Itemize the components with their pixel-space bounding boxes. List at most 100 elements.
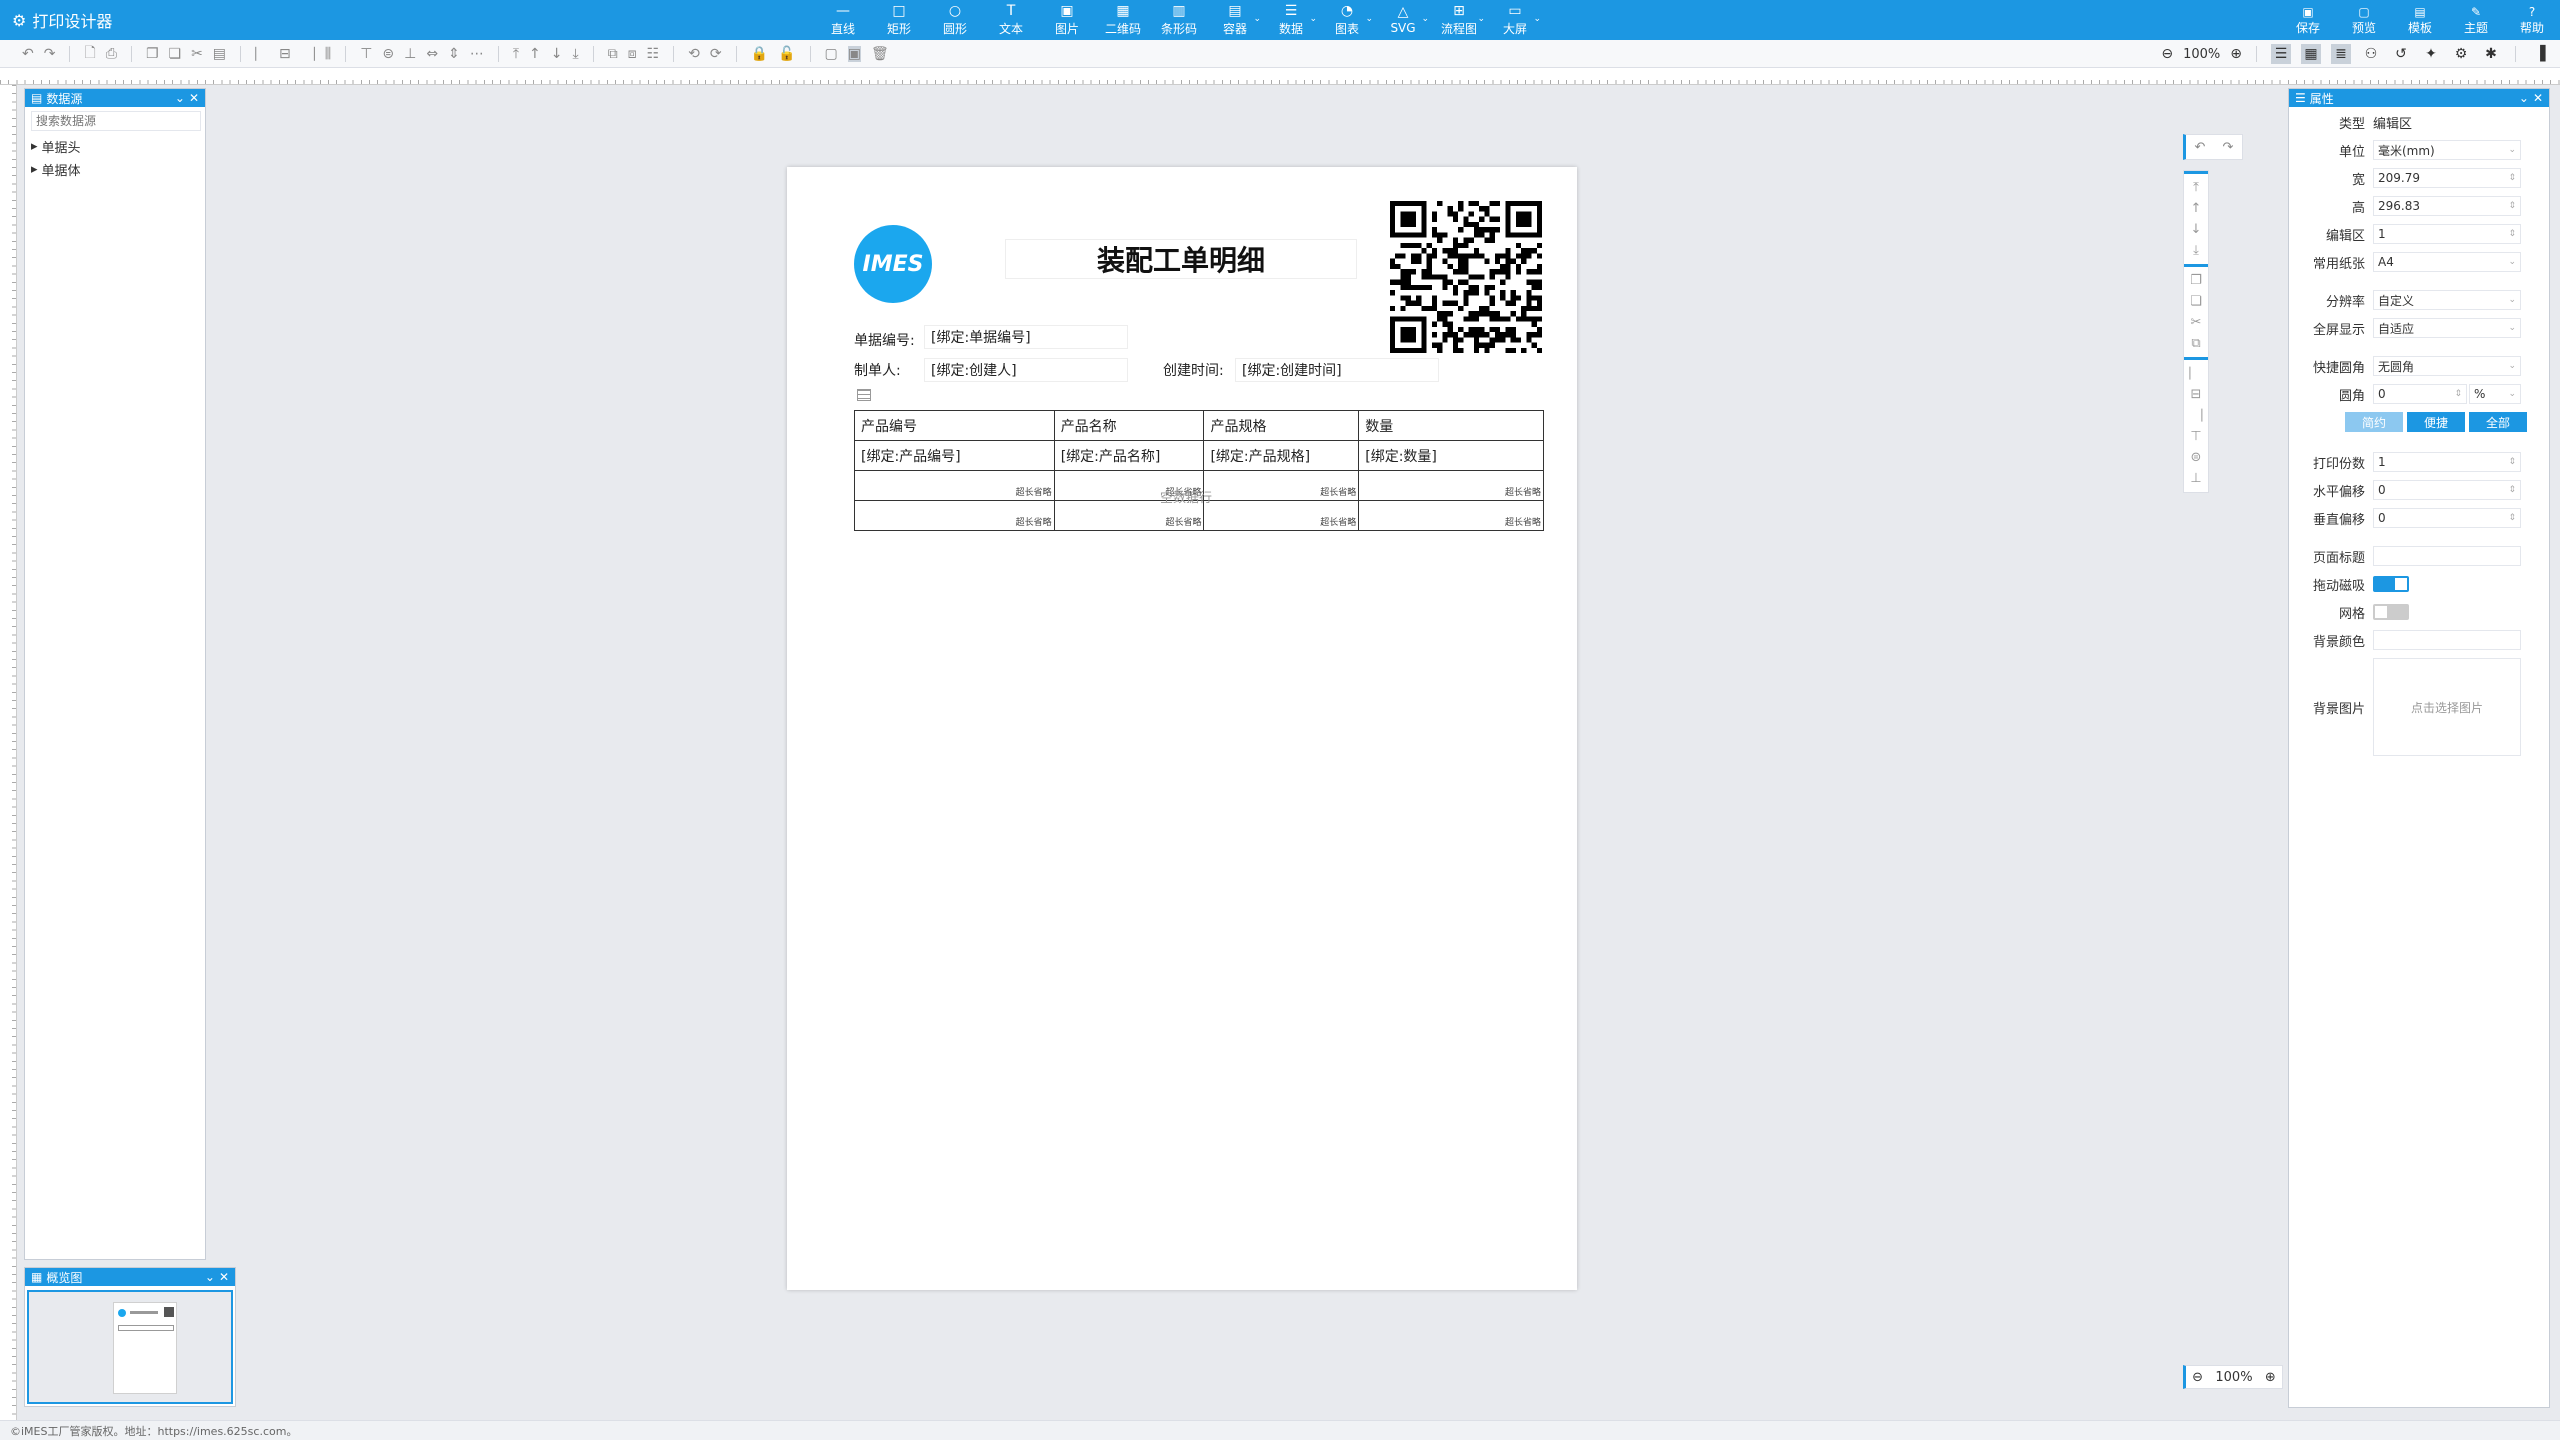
align-top-icon[interactable]: ⊤: [360, 46, 372, 62]
table-header-cell[interactable]: 产品规格: [1203, 410, 1360, 441]
table-cell[interactable]: [绑定:产品编号]: [854, 440, 1055, 471]
layout-rows-icon[interactable]: ≣: [2331, 44, 2351, 64]
table-cell[interactable]: [绑定:产品规格]: [1203, 440, 1360, 471]
tool-qrcode[interactable]: ▦ 二维码: [1095, 0, 1151, 40]
same-height-icon[interactable]: ⇕: [448, 46, 460, 62]
bring-up-icon[interactable]: ↑: [2191, 201, 2202, 216]
tool-barcode[interactable]: ▥ 条形码: [1151, 0, 1207, 40]
quick-mode-button[interactable]: 便捷: [2407, 412, 2465, 432]
cut-icon[interactable]: ✂: [2191, 315, 2202, 330]
collapse-icon[interactable]: ⌄: [205, 1270, 215, 1284]
border-icon[interactable]: ▢: [825, 46, 838, 62]
hoffset-input[interactable]: 0 ⇕: [2373, 480, 2521, 500]
voffset-input[interactable]: 0 ⇕: [2373, 508, 2521, 528]
tool-circle[interactable]: ○ 圆形: [927, 0, 983, 40]
close-icon[interactable]: ✕: [2533, 91, 2543, 105]
corner-select[interactable]: 无圆角 ⌄: [2373, 356, 2521, 376]
duplicate-icon[interactable]: ⧉: [2191, 336, 2200, 351]
action-save[interactable]: ▣ 保存: [2280, 0, 2336, 40]
zoom-out-icon[interactable]: ⊖: [2192, 1370, 2203, 1385]
group-icon[interactable]: ⧉: [608, 46, 618, 62]
table-icon[interactable]: [857, 389, 871, 401]
collapse-icon[interactable]: ⌄: [175, 91, 185, 105]
created-time-label[interactable]: 创建时间:: [1163, 360, 1224, 380]
paper-select[interactable]: A4 ⌄: [2373, 252, 2521, 272]
align-center-icon[interactable]: ⊟: [2191, 387, 2202, 402]
fullscreen-select[interactable]: 自适应 ⌄: [2373, 318, 2521, 338]
paste-icon[interactable]: ❏: [2190, 294, 2202, 309]
all-mode-button[interactable]: 全部: [2469, 412, 2527, 432]
history-icon[interactable]: ↺: [2391, 44, 2411, 64]
new-page-icon[interactable]: 🗋: [84, 42, 95, 66]
align-middle-icon[interactable]: ⊜: [2191, 450, 2202, 465]
align-right-icon[interactable]: ⎹: [2189, 408, 2202, 423]
table-cell[interactable]: 超长省略: [1203, 500, 1360, 531]
width-input[interactable]: 209.79 ⇕: [2373, 168, 2521, 188]
zoom-in-icon[interactable]: ⊕: [2230, 46, 2242, 62]
align-top-icon[interactable]: ⊤: [2190, 429, 2201, 444]
action-theme[interactable]: ✎ 主题: [2448, 0, 2504, 40]
up-icon[interactable]: ↑: [529, 46, 541, 62]
grid-toggle[interactable]: [2373, 604, 2409, 620]
table-header-cell[interactable]: 产品编号: [854, 410, 1055, 441]
copy-icon[interactable]: ❐: [146, 46, 159, 62]
qrcode[interactable]: [1390, 201, 1542, 353]
snap-toggle[interactable]: [2373, 576, 2409, 592]
doc-no-label[interactable]: 单据编号:: [854, 330, 915, 350]
top-icon[interactable]: ⤒: [513, 46, 519, 62]
redo-icon[interactable]: ↷: [2223, 140, 2234, 155]
tool-screen[interactable]: ▭ 大屏 ⌄: [1487, 0, 1543, 40]
copies-input[interactable]: 1 ⇕: [2373, 452, 2521, 472]
send-down-icon[interactable]: ↓: [2191, 222, 2202, 237]
unit-select[interactable]: 毫米(mm) ⌄: [2373, 140, 2521, 160]
simple-mode-button[interactable]: 简约: [2345, 412, 2403, 432]
design-page[interactable]: IMES 装配工单明细 单据编号: [绑定:单据编号] 制单人: [绑定:创建人…: [787, 167, 1577, 1290]
action-template[interactable]: ▤ 模板: [2392, 0, 2448, 40]
area-input[interactable]: 1 ⇕: [2373, 224, 2521, 244]
zoom-out-icon[interactable]: ⊖: [2161, 46, 2173, 62]
table-cell[interactable]: [绑定:数量]: [1358, 440, 1544, 471]
table-cell[interactable]: 超长省略: [1358, 500, 1544, 531]
table-header-cell[interactable]: 产品名称: [1053, 410, 1205, 441]
undo-icon[interactable]: ↶: [22, 46, 34, 62]
table-header-cell[interactable]: 数量: [1358, 410, 1544, 441]
radius-input[interactable]: 0 ⇕: [2373, 384, 2467, 404]
zoom-in-icon[interactable]: ⊕: [2265, 1370, 2276, 1385]
bottom-icon[interactable]: ⤓: [573, 46, 579, 62]
panel-toggle-icon[interactable]: ▐: [2530, 44, 2550, 64]
logo[interactable]: IMES: [854, 225, 932, 303]
tool-chart[interactable]: ◔ 图表 ⌄: [1319, 0, 1375, 40]
unlock-icon[interactable]: 🔓: [778, 46, 795, 62]
rotate-left-icon[interactable]: ⟲: [688, 46, 700, 62]
table-cell[interactable]: [绑定:产品名称]: [1053, 440, 1205, 471]
tool-container[interactable]: ▤ 容器 ⌄: [1207, 0, 1263, 40]
action-help[interactable]: ? 帮助: [2504, 0, 2560, 40]
copy-icon[interactable]: ❐: [2190, 273, 2202, 288]
undo-icon[interactable]: ↶: [2195, 140, 2206, 155]
align-center-icon[interactable]: ⊟: [279, 46, 291, 62]
paste-icon[interactable]: ❏: [169, 46, 182, 62]
table-cell[interactable]: 超长省略: [854, 470, 1055, 501]
tree-item-body[interactable]: ▸ 单据体: [25, 158, 205, 181]
table-cell[interactable]: 超长省略: [854, 500, 1055, 531]
lock-icon[interactable]: 🔒: [751, 46, 768, 62]
gear-icon[interactable]: ⚙: [2451, 44, 2471, 64]
send-bottom-icon[interactable]: ⤓: [2193, 243, 2199, 258]
bgimage-picker[interactable]: 点击选择图片: [2373, 658, 2521, 756]
align-bottom-icon[interactable]: ⊥: [404, 46, 416, 62]
bgcolor-input[interactable]: [2373, 630, 2521, 650]
tool-rect[interactable]: □ 矩形: [871, 0, 927, 40]
tool-line[interactable]: — 直线: [815, 0, 871, 40]
down-icon[interactable]: ↓: [551, 46, 563, 62]
redo-icon[interactable]: ↷: [44, 46, 56, 62]
delete-icon[interactable]: 🗑: [871, 46, 889, 62]
close-icon[interactable]: ✕: [219, 1270, 229, 1284]
tool-flow[interactable]: ⊞ 流程图 ⌄: [1431, 0, 1487, 40]
bring-top-icon[interactable]: ⤒: [2193, 180, 2199, 195]
collapse-icon[interactable]: ⌄: [2519, 91, 2529, 105]
radius-unit-select[interactable]: % ⌄: [2469, 384, 2521, 404]
datasource-search-input[interactable]: [31, 111, 201, 131]
detail-table[interactable]: 产品编号 产品名称 产品规格 数量 [绑定:产品编号] [绑定:产品名称] [绑…: [854, 410, 1544, 531]
page-title[interactable]: 装配工单明细: [1005, 239, 1357, 279]
align-bottom-icon[interactable]: ⊥: [2190, 471, 2201, 486]
